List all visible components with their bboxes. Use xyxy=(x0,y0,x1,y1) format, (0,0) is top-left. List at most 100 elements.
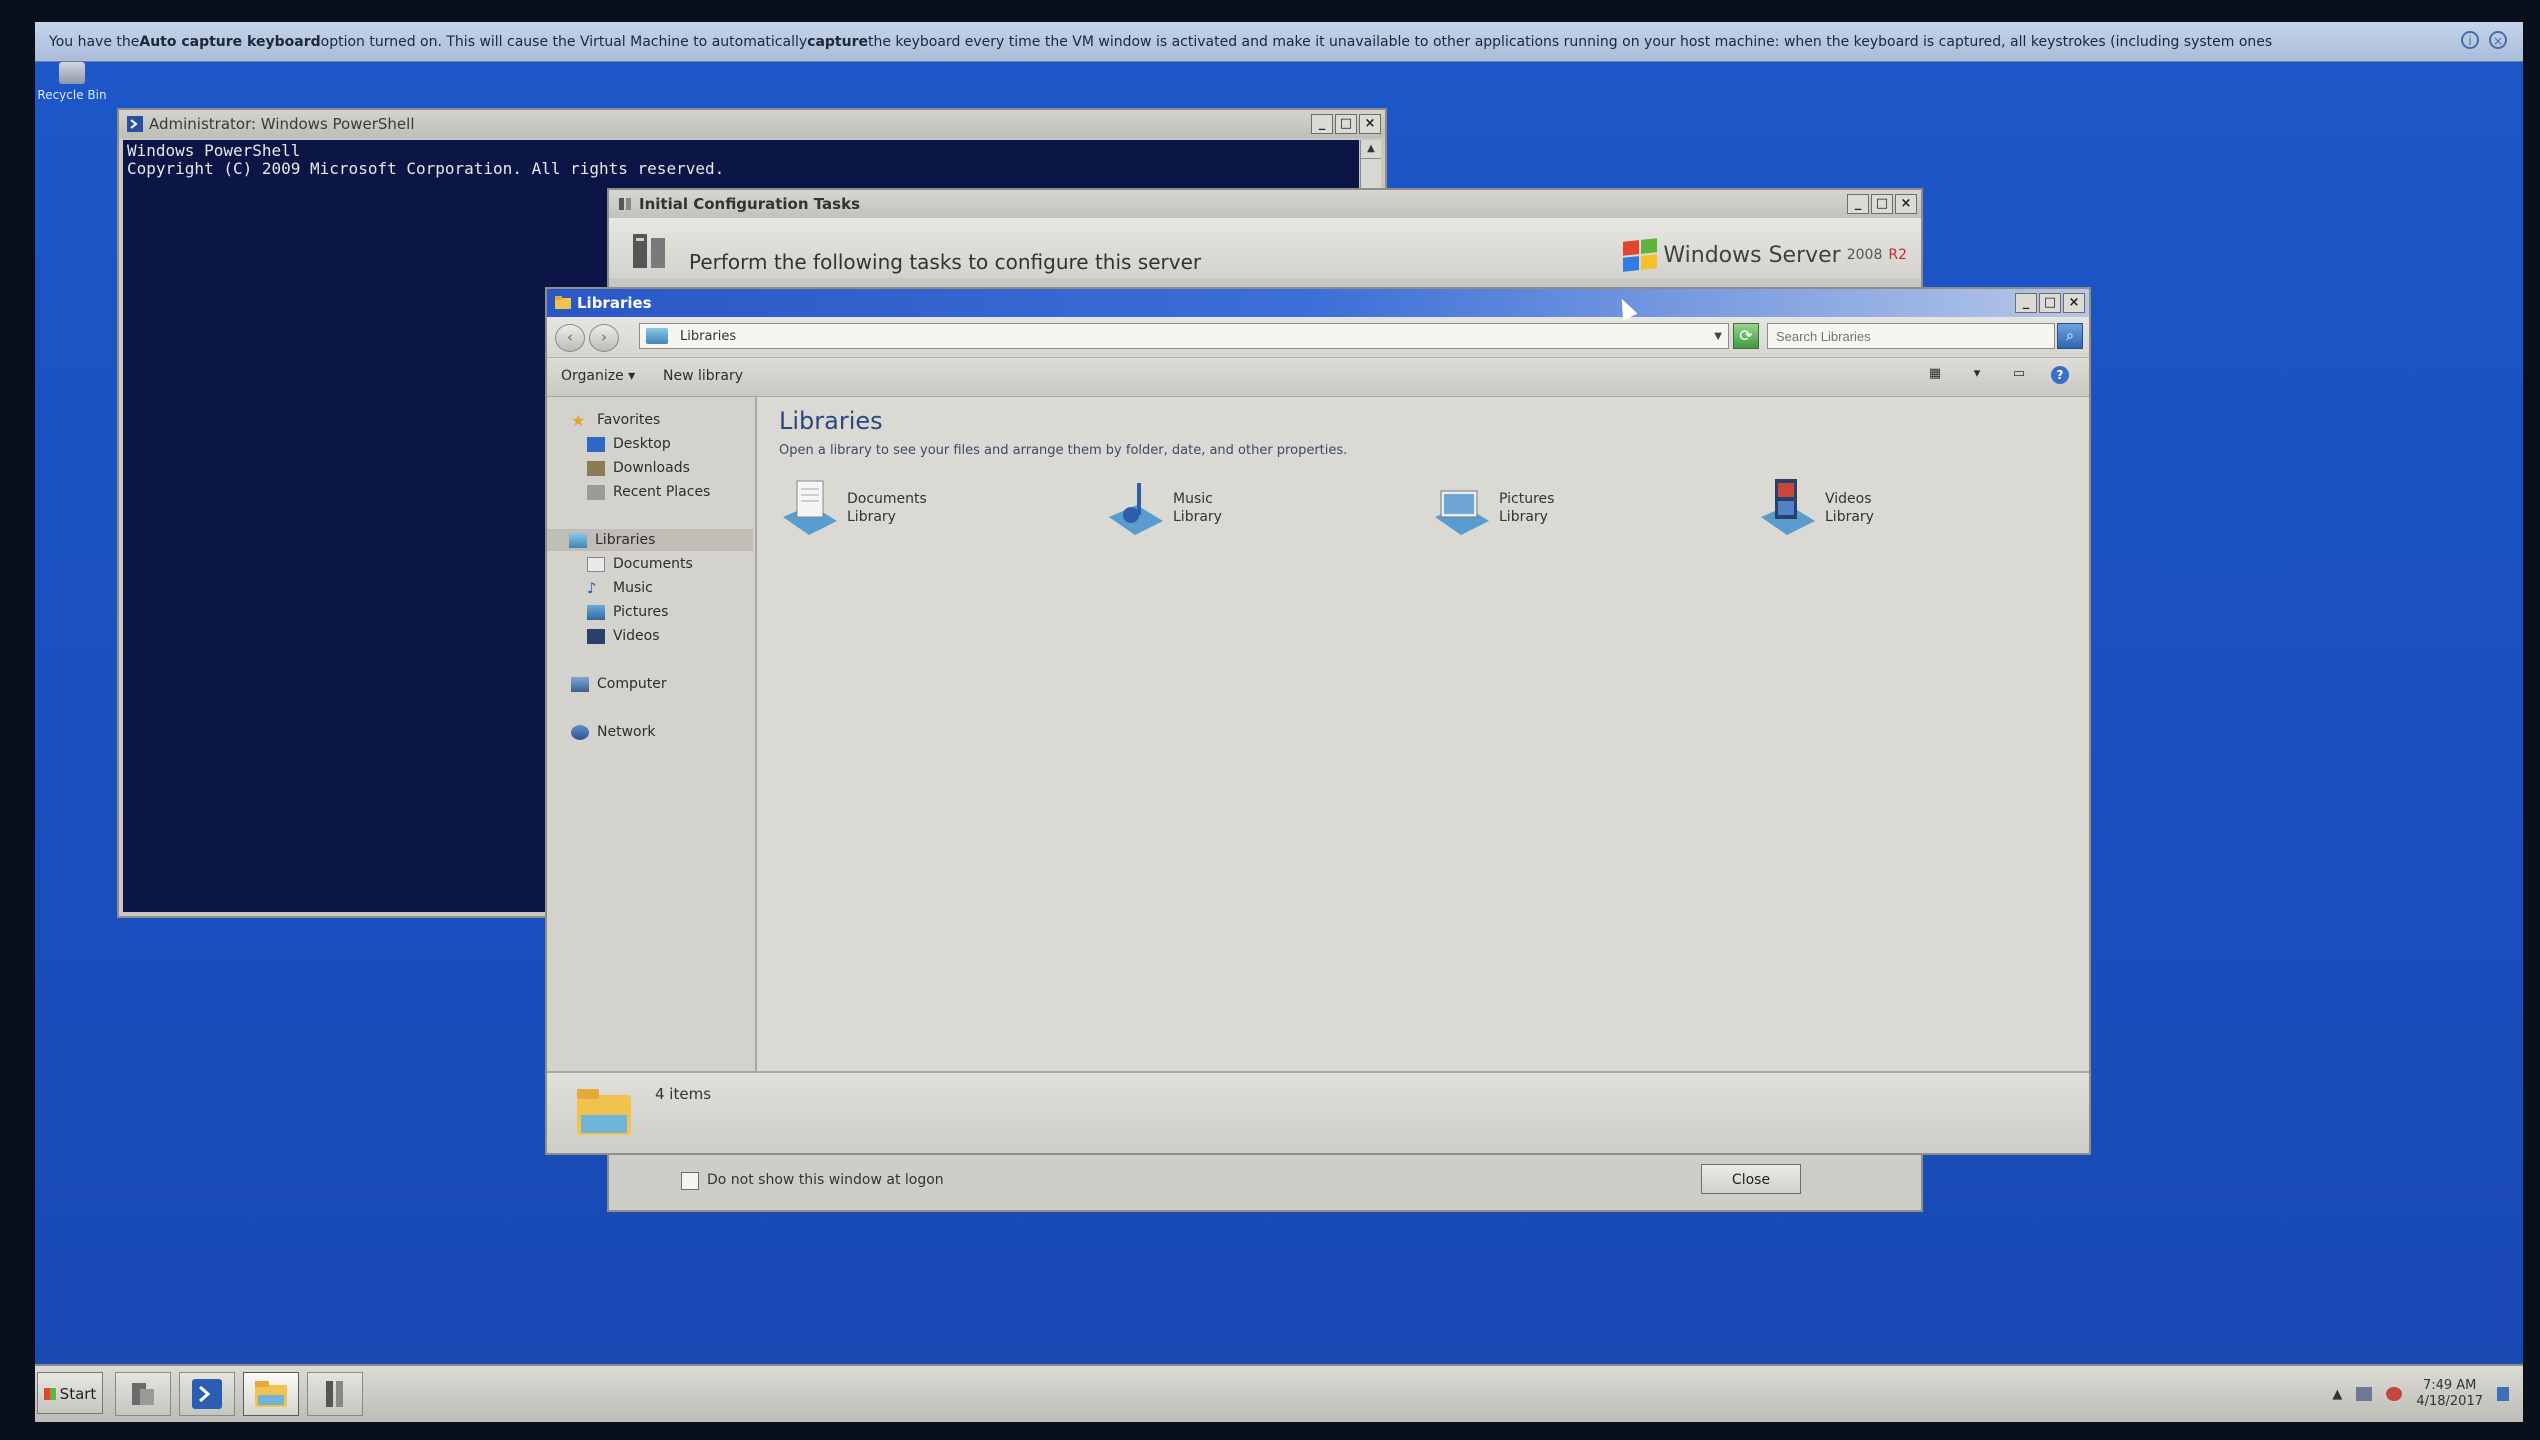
library-type: Library xyxy=(1825,509,1874,525)
nav-downloads[interactable]: Downloads xyxy=(587,457,690,479)
minimize-button[interactable]: _ xyxy=(2015,293,2037,313)
back-button[interactable]: ‹ xyxy=(555,324,585,352)
close-button[interactable]: × xyxy=(1359,114,1381,134)
nav-music[interactable]: ♪ Music xyxy=(587,577,653,599)
close-notice-icon[interactable]: × xyxy=(2489,31,2507,49)
recycle-bin[interactable]: Recycle Bin xyxy=(37,62,107,102)
chevron-down-icon[interactable]: ▼ xyxy=(1714,324,1722,350)
organize-button[interactable]: Organize ▾ xyxy=(561,368,635,384)
network-tray-icon[interactable] xyxy=(2356,1387,2373,1401)
recent-places-icon xyxy=(587,484,605,500)
library-item-documents[interactable]: Documents Library xyxy=(779,477,927,539)
ict-titlebar[interactable]: Initial Configuration Tasks _ □ × xyxy=(609,190,1921,218)
library-item-pictures[interactable]: Pictures Library xyxy=(1431,477,1554,539)
libraries-icon xyxy=(646,328,668,344)
library-name: Videos xyxy=(1825,491,1872,507)
nav-pictures[interactable]: Pictures xyxy=(587,601,668,623)
close-button[interactable]: × xyxy=(2063,293,2085,313)
documents-icon xyxy=(587,556,605,572)
logo-text: Windows Server xyxy=(1663,242,1841,268)
minimize-button[interactable]: _ xyxy=(1847,194,1869,214)
console-line: Copyright (C) 2009 Microsoft Corporation… xyxy=(127,159,725,178)
nav-documents[interactable]: Documents xyxy=(587,553,693,575)
volume-tray-icon[interactable] xyxy=(2386,1387,2403,1401)
console-line: Windows PowerShell xyxy=(127,141,301,160)
taskbar-powershell[interactable] xyxy=(179,1372,235,1416)
forward-button[interactable]: › xyxy=(589,324,619,352)
libraries-folder-icon xyxy=(577,1089,631,1135)
taskbar: Start ▲ 7:49 AM 4/18/2017 xyxy=(35,1364,2523,1422)
library-item-music[interactable]: Music Library xyxy=(1105,477,1222,539)
maximize-button[interactable]: □ xyxy=(2039,293,2061,313)
refresh-button[interactable]: ⟳ xyxy=(1733,323,1759,349)
libraries-title: Libraries xyxy=(577,294,652,312)
organize-label: Organize xyxy=(561,368,624,384)
ict-header: Perform the following tasks to configure… xyxy=(609,218,1921,278)
star-icon: ★ xyxy=(571,410,586,430)
folder-icon xyxy=(555,296,571,309)
new-library-button[interactable]: New library xyxy=(663,368,743,384)
music-library-icon xyxy=(1109,483,1163,535)
desktop-icon xyxy=(587,436,605,452)
do-not-show-checkbox[interactable] xyxy=(681,1172,699,1190)
pictures-icon xyxy=(587,604,605,620)
maximize-button[interactable]: □ xyxy=(1871,194,1893,214)
vm-notice-text-1: You have the xyxy=(49,33,140,50)
content-heading: Libraries xyxy=(779,407,883,435)
library-type: Library xyxy=(847,509,896,525)
minimize-button[interactable]: _ xyxy=(1311,114,1333,134)
close-button[interactable]: × xyxy=(1895,194,1917,214)
nav-label: Libraries xyxy=(595,532,656,548)
show-hidden-icons-icon[interactable]: ▲ xyxy=(2332,1387,2342,1402)
nav-label: Pictures xyxy=(613,604,669,620)
clock[interactable]: 7:49 AM 4/18/2017 xyxy=(2416,1378,2483,1410)
taskbar-server-manager[interactable] xyxy=(115,1372,171,1416)
tasks-icon xyxy=(326,1381,343,1407)
documents-library-icon xyxy=(783,480,837,535)
server-manager-icon xyxy=(132,1383,154,1405)
downloads-icon xyxy=(587,460,605,476)
nav-libraries[interactable]: Libraries xyxy=(547,529,753,551)
content-subheading: Open a library to see your files and arr… xyxy=(779,443,1348,458)
view-dropdown-icon[interactable]: ▾ xyxy=(1967,366,1987,384)
vm-notice-text-3: the keyboard every time the VM window is… xyxy=(867,33,2273,50)
desktop: You have the Auto capture keyboard optio… xyxy=(35,22,2523,1422)
nav-label: Downloads xyxy=(613,460,690,476)
libraries-window[interactable]: Libraries _ □ × ‹ › Libraries ▼ ⟳ ⌕ Orga… xyxy=(545,287,2091,1155)
nav-label: Documents xyxy=(613,556,693,572)
windows-flag-icon xyxy=(1623,238,1658,272)
nav-computer[interactable]: Computer xyxy=(571,673,667,695)
show-desktop-button[interactable] xyxy=(2497,1387,2509,1401)
nav-recent-places[interactable]: Recent Places xyxy=(587,481,710,503)
item-count: 4 items xyxy=(655,1085,712,1103)
taskbar-initial-config[interactable] xyxy=(307,1372,363,1416)
preview-pane-icon[interactable]: ▭ xyxy=(2009,366,2029,384)
view-options-icon[interactable]: ▦ xyxy=(1925,366,1945,384)
nav-videos[interactable]: Videos xyxy=(587,625,660,647)
info-icon[interactable]: i xyxy=(2461,31,2479,49)
ict-title: Initial Configuration Tasks xyxy=(639,195,861,213)
maximize-button[interactable]: □ xyxy=(1335,114,1357,134)
videos-library-icon xyxy=(1761,479,1815,535)
powershell-titlebar[interactable]: Administrator: Windows PowerShell _ □ × xyxy=(119,110,1385,138)
address-field[interactable]: Libraries ▼ xyxy=(639,323,1729,349)
libraries-titlebar[interactable]: Libraries _ □ × xyxy=(547,289,2089,317)
search-icon[interactable]: ⌕ xyxy=(2057,323,2083,349)
start-button[interactable]: Start xyxy=(37,1372,103,1414)
taskbar-explorer[interactable] xyxy=(243,1372,299,1416)
recycle-bin-icon xyxy=(59,62,85,84)
nav-network[interactable]: Network xyxy=(571,721,655,743)
nav-desktop[interactable]: Desktop xyxy=(587,433,671,455)
help-icon[interactable]: ? xyxy=(2051,366,2069,384)
tasks-icon xyxy=(619,198,631,210)
nav-favorites[interactable]: ★ Favorites xyxy=(571,409,660,431)
search-input[interactable] xyxy=(1767,323,2055,349)
nav-label: Videos xyxy=(613,628,660,644)
content-pane: Libraries Open a library to see your fil… xyxy=(757,397,2089,1075)
library-item-videos[interactable]: Videos Library xyxy=(1757,477,1874,539)
ict-close-button[interactable]: Close xyxy=(1701,1164,1801,1194)
videos-icon xyxy=(587,628,605,644)
scroll-up-icon[interactable]: ▲ xyxy=(1361,140,1381,159)
navigation-pane: ★ Favorites Desktop Downloads Recent Plac… xyxy=(547,397,757,1075)
vm-notice-bold-2: capture xyxy=(807,33,868,50)
